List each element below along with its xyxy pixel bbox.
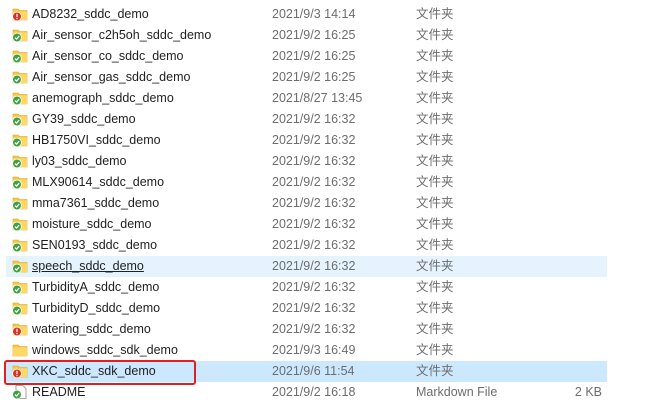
file-row[interactable]: Air_sensor_c2h5oh_sddc_demo 2021/9/2 16:2… <box>0 25 671 46</box>
file-name[interactable]: windows_sddc_sdk_demo <box>32 340 178 361</box>
file-date: 2021/9/2 16:32 <box>272 322 356 336</box>
folder-icon <box>12 112 28 127</box>
file-name[interactable]: TurbidityA_sddc_demo <box>32 277 159 298</box>
file-row[interactable]: mma7361_sddc_demo 2021/9/2 16:32 文件夹 <box>0 193 671 214</box>
file-date: 2021/9/2 16:32 <box>272 217 356 231</box>
folder-icon <box>12 70 28 85</box>
file-date: 2021/9/2 16:25 <box>272 70 356 84</box>
folder-icon <box>12 175 28 190</box>
folder-icon <box>12 238 28 253</box>
file-type: Markdown File <box>416 385 498 399</box>
file-name[interactable]: SEN0193_sddc_demo <box>32 235 157 256</box>
file-name[interactable]: anemograph_sddc_demo <box>32 88 174 109</box>
folder-icon <box>12 322 28 337</box>
file-row[interactable]: TurbidityA_sddc_demo 2021/9/2 16:32 文件夹 <box>0 277 671 298</box>
file-list: AD8232_sddc_demo 2021/9/3 14:14 文件夹 Air_sen… <box>0 4 671 403</box>
file-name[interactable]: Air_sensor_gas_sddc_demo <box>32 67 190 88</box>
file-type: 文件夹 <box>416 322 454 336</box>
file-row[interactable]: ly03_sddc_demo 2021/9/2 16:32 文件夹 <box>0 151 671 172</box>
file-name[interactable]: moisture_sddc_demo <box>32 214 152 235</box>
file-type: 文件夹 <box>416 133 454 147</box>
file-row[interactable]: Air_sensor_co_sddc_demo 2021/9/2 16:25 文件夹 <box>0 46 671 67</box>
file-row[interactable]: HB1750VI_sddc_demo 2021/9/2 16:32 文件夹 <box>0 130 671 151</box>
file-name[interactable]: README <box>32 382 85 403</box>
file-type: 文件夹 <box>416 280 454 294</box>
file-type: 文件夹 <box>416 154 454 168</box>
file-type: 文件夹 <box>416 91 454 105</box>
file-name[interactable]: MLX90614_sddc_demo <box>32 172 164 193</box>
folder-icon <box>12 28 28 43</box>
file-name[interactable]: HB1750VI_sddc_demo <box>32 130 161 151</box>
folder-icon <box>12 217 28 232</box>
file-type: 文件夹 <box>416 28 454 42</box>
file-date: 2021/9/2 16:32 <box>272 259 356 273</box>
file-date: 2021/9/2 16:32 <box>272 196 356 210</box>
file-type: 文件夹 <box>416 7 454 21</box>
folder-icon <box>12 343 28 357</box>
folder-icon <box>12 133 28 148</box>
file-name[interactable]: speech_sddc_demo <box>32 256 144 277</box>
file-type: 文件夹 <box>416 238 454 252</box>
file-row[interactable]: MLX90614_sddc_demo 2021/9/2 16:32 文件夹 <box>0 172 671 193</box>
file-row[interactable]: SEN0193_sddc_demo 2021/9/2 16:32 文件夹 <box>0 235 671 256</box>
file-date: 2021/9/2 16:32 <box>272 154 356 168</box>
file-row[interactable]: README 2021/9/2 16:18 Markdown File 2 KB <box>0 382 671 403</box>
file-name[interactable]: mma7361_sddc_demo <box>32 193 159 214</box>
file-type: 文件夹 <box>416 343 454 357</box>
file-size: 2 KB <box>574 385 602 399</box>
file-name[interactable]: AD8232_sddc_demo <box>32 4 149 25</box>
file-type: 文件夹 <box>416 196 454 210</box>
file-date: 2021/9/6 11:54 <box>272 364 355 378</box>
folder-icon <box>12 91 28 106</box>
file-row[interactable]: GY39_sddc_demo 2021/9/2 16:32 文件夹 <box>0 109 671 130</box>
folder-icon <box>12 154 28 169</box>
folder-icon <box>12 7 28 22</box>
file-row[interactable]: moisture_sddc_demo 2021/9/2 16:32 文件夹 <box>0 214 671 235</box>
file-date: 2021/8/27 13:45 <box>272 91 363 105</box>
file-date: 2021/9/2 16:32 <box>272 112 356 126</box>
file-name[interactable]: Air_sensor_c2h5oh_sddc_demo <box>32 25 211 46</box>
folder-icon <box>12 364 28 379</box>
file-row[interactable]: TurbidityD_sddc_demo 2021/9/2 16:32 文件夹 <box>0 298 671 319</box>
file-name[interactable]: watering_sddc_demo <box>32 319 151 340</box>
file-type: 文件夹 <box>416 175 454 189</box>
file-date: 2021/9/2 16:32 <box>272 280 356 294</box>
folder-icon <box>12 49 28 64</box>
file-row[interactable]: Air_sensor_gas_sddc_demo 2021/9/2 16:25 文件… <box>0 67 671 88</box>
file-date: 2021/9/2 16:32 <box>272 301 356 315</box>
folder-icon <box>12 301 28 316</box>
file-type: 文件夹 <box>416 217 454 231</box>
file-type: 文件夹 <box>416 112 454 126</box>
folder-icon <box>12 259 28 274</box>
file-row[interactable]: watering_sddc_demo 2021/9/2 16:32 文件夹 <box>0 319 671 340</box>
file-row[interactable]: speech_sddc_demo 2021/9/2 16:32 文件夹 <box>6 256 607 277</box>
file-date: 2021/9/2 16:18 <box>272 385 356 399</box>
file-type: 文件夹 <box>416 301 454 315</box>
file-date: 2021/9/3 16:49 <box>272 343 356 357</box>
file-name[interactable]: XKC_sddc_sdk_demo <box>32 361 156 382</box>
file-date: 2021/9/2 16:32 <box>272 238 356 252</box>
file-row[interactable]: XKC_sddc_sdk_demo 2021/9/6 11:54 文件夹 <box>6 361 607 382</box>
file-date: 2021/9/2 16:25 <box>272 28 356 42</box>
file-name[interactable]: TurbidityD_sddc_demo <box>32 298 160 319</box>
markdown-file-icon <box>12 385 28 400</box>
file-row[interactable]: AD8232_sddc_demo 2021/9/3 14:14 文件夹 <box>0 4 671 25</box>
file-row[interactable]: anemograph_sddc_demo 2021/8/27 13:45 文件夹 <box>0 88 671 109</box>
file-type: 文件夹 <box>416 364 454 378</box>
folder-icon <box>12 280 28 295</box>
file-name[interactable]: Air_sensor_co_sddc_demo <box>32 46 183 67</box>
file-type: 文件夹 <box>416 259 454 273</box>
file-type: 文件夹 <box>416 70 454 84</box>
file-type: 文件夹 <box>416 49 454 63</box>
file-row[interactable]: windows_sddc_sdk_demo 2021/9/3 16:49 文件夹 <box>0 340 671 361</box>
file-date: 2021/9/2 16:32 <box>272 175 356 189</box>
file-date: 2021/9/2 16:32 <box>272 133 356 147</box>
file-name[interactable]: ly03_sddc_demo <box>32 151 127 172</box>
file-date: 2021/9/3 14:14 <box>272 7 356 21</box>
file-name[interactable]: GY39_sddc_demo <box>32 109 136 130</box>
folder-icon <box>12 196 28 211</box>
file-date: 2021/9/2 16:25 <box>272 49 356 63</box>
